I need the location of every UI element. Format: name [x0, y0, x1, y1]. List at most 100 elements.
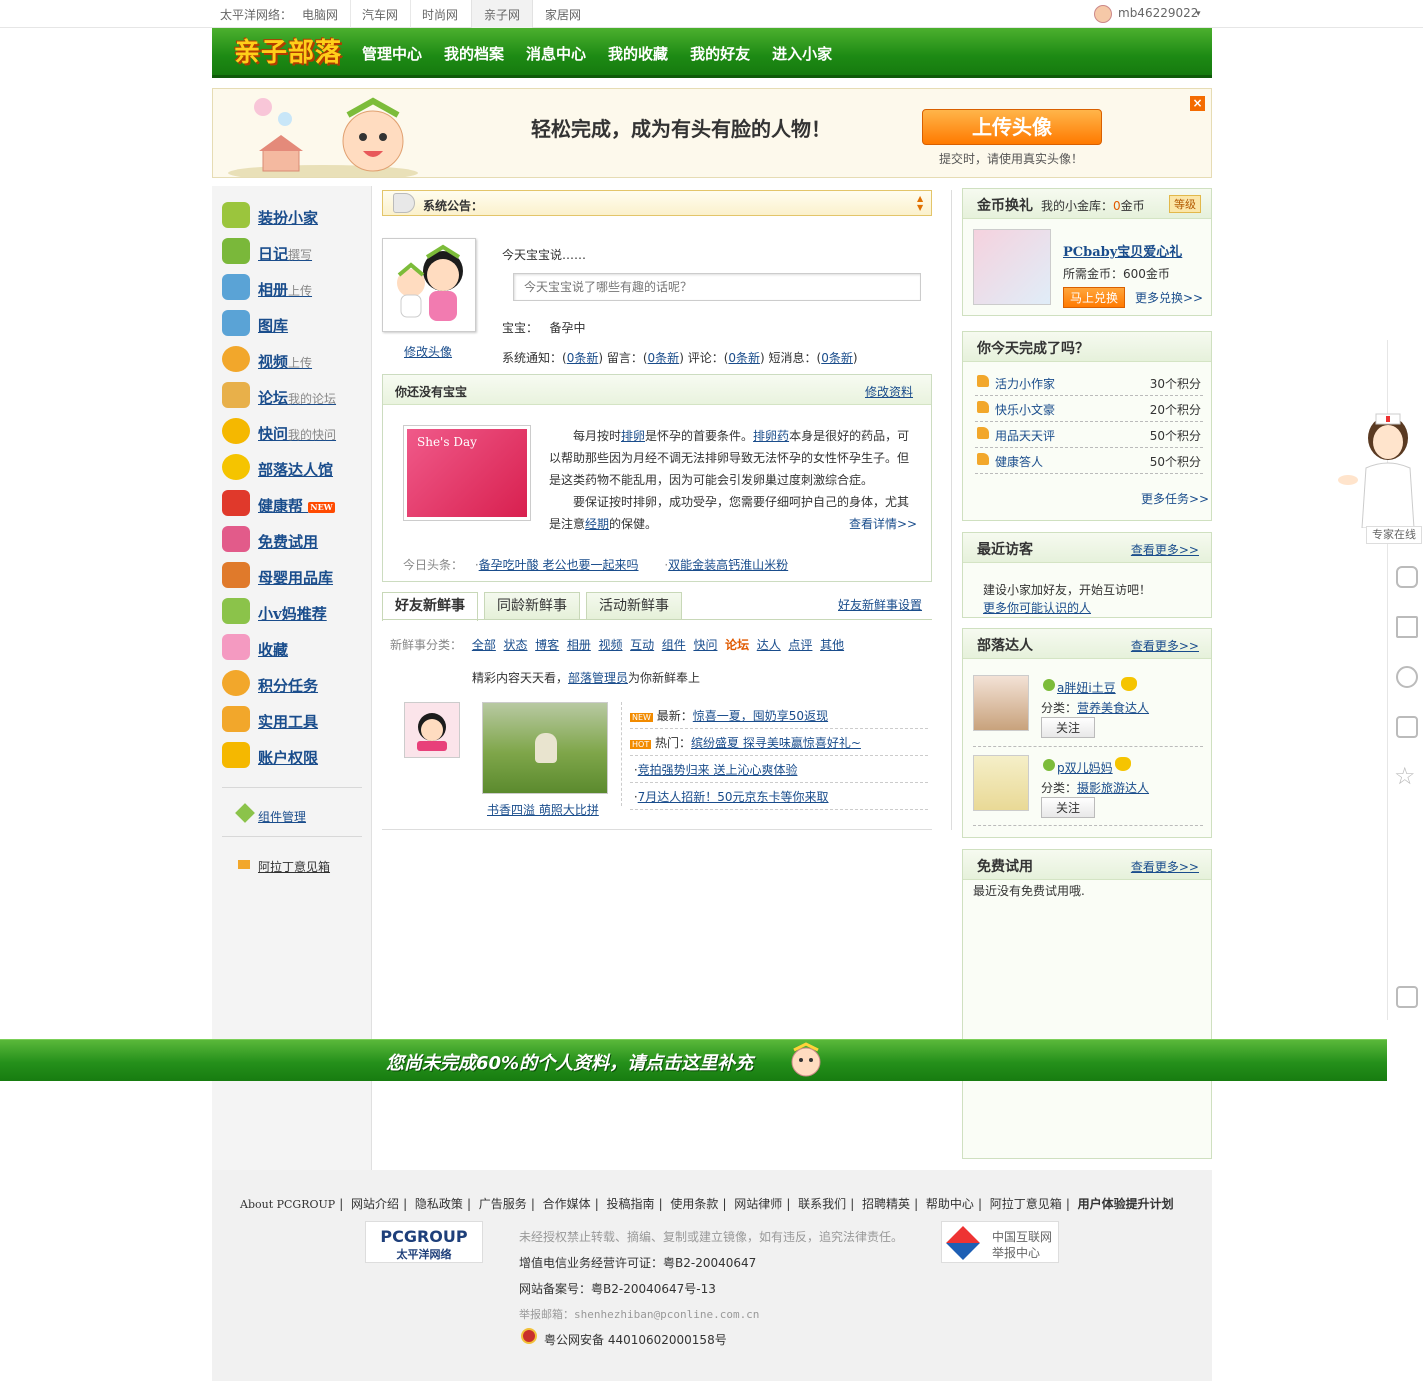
sidebar-item-forum[interactable]: 论坛我的论坛: [222, 382, 372, 410]
cat-all[interactable]: 全部: [472, 638, 496, 652]
expert-avatar[interactable]: [973, 755, 1029, 811]
close-icon[interactable]: ×: [1190, 96, 1205, 111]
more-exchange-link[interactable]: 更多兑换>>: [1135, 289, 1203, 306]
view-details-link[interactable]: 查看详情>>: [849, 515, 917, 532]
inbox-icon[interactable]: [1396, 566, 1418, 588]
footer-link[interactable]: 广告服务: [479, 1197, 527, 1211]
site-link-pc[interactable]: 电脑网: [302, 6, 338, 23]
sidebar-item-gallery[interactable]: 图库: [222, 310, 372, 338]
task-item[interactable]: 活力小作家 30个积分: [975, 370, 1203, 396]
follow-button[interactable]: 关注: [1041, 717, 1096, 738]
cat-forum-active[interactable]: 论坛: [725, 638, 749, 652]
task-item[interactable]: 健康答人 50个积分: [975, 448, 1203, 474]
nav-my-friends[interactable]: 我的好友: [690, 43, 750, 64]
short-message-link[interactable]: 0条新: [821, 351, 853, 365]
footer-link[interactable]: 招聘精英: [862, 1197, 910, 1211]
sidebar-item-free-trial[interactable]: 免费试用: [222, 526, 372, 554]
profile-completion-bar[interactable]: 您尚未完成60%的个人资料，请点击这里补充: [0, 1039, 1387, 1081]
sidebar-item-tools[interactable]: 实用工具: [222, 706, 372, 734]
exchange-button[interactable]: 马上兑换: [1063, 287, 1126, 308]
share-icon[interactable]: [1396, 716, 1418, 738]
more-visitors-link[interactable]: 查看更多>>: [1131, 541, 1199, 558]
more-trial-link[interactable]: 查看更多>>: [1131, 858, 1199, 875]
footer-link[interactable]: 网站介绍: [351, 1197, 399, 1211]
product-image[interactable]: She's Day: [403, 425, 531, 521]
follow-button[interactable]: 关注: [1041, 797, 1096, 818]
site-link-baby[interactable]: 亲子网: [484, 6, 520, 23]
people-you-may-know-link[interactable]: 更多你可能认识的人: [983, 599, 1091, 616]
sidebar-item-point-tasks[interactable]: 积分任务: [222, 670, 372, 698]
edit-avatar-link[interactable]: 修改头像: [404, 343, 452, 360]
chevron-down-icon[interactable]: ▾: [1196, 9, 1201, 19]
sidebar-item-decorate[interactable]: 装扮小家: [222, 202, 372, 230]
admin-avatar[interactable]: [404, 702, 460, 758]
completion-message[interactable]: 您尚未完成60%的个人资料，请点击这里补充: [386, 1049, 753, 1075]
footer-link[interactable]: 投稿指南: [607, 1197, 655, 1211]
bookmark-icon[interactable]: [1396, 616, 1418, 638]
nav-my-favorites[interactable]: 我的收藏: [608, 43, 668, 64]
pcgroup-logo[interactable]: PCGROUP 太平洋网络: [365, 1221, 483, 1263]
expert-name-link[interactable]: a胖妞i土豆: [1057, 679, 1116, 696]
contest-caption-link[interactable]: 书香四溢 萌照大比拼: [487, 801, 599, 818]
expert-name-link[interactable]: p双儿妈妈: [1057, 759, 1113, 776]
admin-link[interactable]: 部落管理员: [568, 671, 628, 685]
site-link-fashion[interactable]: 时尚网: [422, 6, 458, 23]
sidebar-item-diary[interactable]: 日记撰写: [222, 238, 372, 266]
sidebar-item-album[interactable]: 相册上传: [222, 274, 372, 302]
star-icon[interactable]: ☆: [1394, 762, 1416, 790]
cat-video[interactable]: 视频: [598, 638, 622, 652]
footer-link[interactable]: 阿拉丁意见箱: [990, 1197, 1062, 1211]
cat-review[interactable]: 点评: [788, 638, 812, 652]
nav-message-center[interactable]: 消息中心: [526, 43, 586, 64]
nurse-avatar-icon[interactable]: [1336, 408, 1422, 528]
task-item[interactable]: 用品天天评 50个积分: [975, 422, 1203, 448]
user-avatar[interactable]: [382, 238, 476, 332]
nav-enter-home[interactable]: 进入小家: [772, 43, 832, 64]
tab-peer-news[interactable]: 同龄新鲜事: [484, 592, 580, 620]
footer-link-about[interactable]: About PCGROUP: [240, 1198, 335, 1211]
user-avatar-icon[interactable]: [1094, 5, 1112, 23]
expert-online-label[interactable]: 专家在线: [1366, 526, 1422, 544]
sidebar-item-expert-hall[interactable]: 部落达人馆: [222, 454, 372, 482]
footer-link[interactable]: 合作媒体: [543, 1197, 591, 1211]
site-logo[interactable]: 亲子部落: [234, 32, 342, 72]
police-record[interactable]: 粤公网安备 44010602000158号: [544, 1331, 727, 1348]
sidebar-item-quick-ask[interactable]: 快问我的快问: [222, 418, 372, 446]
footer-link[interactable]: 帮助中心: [926, 1197, 974, 1211]
footer-link[interactable]: 联系我们: [798, 1197, 846, 1211]
sidebar-item-favorites[interactable]: 收藏: [222, 634, 372, 662]
username[interactable]: mb46229022: [1118, 6, 1198, 20]
headline-link[interactable]: 备孕吃叶酸 老公也要一起来吗: [479, 558, 639, 572]
gift-image[interactable]: [973, 229, 1051, 305]
report-center-logo[interactable]: 中国互联网 举报中心: [941, 1221, 1059, 1263]
search-icon[interactable]: [1396, 666, 1418, 688]
feed-settings-link[interactable]: 好友新鲜事设置: [838, 596, 922, 613]
tab-friend-news[interactable]: 好友新鲜事: [382, 592, 478, 621]
ovulation-link[interactable]: 排卵: [621, 429, 645, 443]
cat-status[interactable]: 状态: [504, 638, 528, 652]
task-item[interactable]: 快乐小文豪 20个积分: [975, 396, 1203, 422]
headline-link[interactable]: 双能金装高钙淮山米粉: [668, 558, 788, 572]
site-link-auto[interactable]: 汽车网: [362, 6, 398, 23]
footer-link[interactable]: 用户体验提升计划: [1078, 1197, 1174, 1211]
component-manage-link[interactable]: 组件管理: [258, 808, 306, 825]
contest-photo[interactable]: [482, 702, 608, 794]
message-link[interactable]: 0条新: [648, 351, 680, 365]
period-link[interactable]: 经期: [585, 517, 609, 531]
ovulation-drug-link[interactable]: 排卵药: [753, 429, 789, 443]
sidebar-item-recommend[interactable]: 小v妈推荐: [222, 598, 372, 626]
system-notify-link[interactable]: 0条新: [567, 351, 599, 365]
sidebar-item-health[interactable]: 健康帮 NEW: [222, 490, 372, 518]
upload-avatar-button[interactable]: 上传头像: [922, 109, 1102, 145]
footer-link[interactable]: 使用条款: [670, 1197, 718, 1211]
scroll-arrows-icon[interactable]: ▲ ▼: [917, 194, 923, 212]
comment-link[interactable]: 0条新: [728, 351, 760, 365]
edit-icon[interactable]: [1396, 986, 1418, 1008]
cat-interaction[interactable]: 互动: [630, 638, 654, 652]
footer-link[interactable]: 隐私政策: [415, 1197, 463, 1211]
sidebar-item-baby-products[interactable]: 母婴用品库: [222, 562, 372, 590]
cat-expert[interactable]: 达人: [757, 638, 781, 652]
cat-component[interactable]: 组件: [662, 638, 686, 652]
sidebar-item-video[interactable]: 视频上传: [222, 346, 372, 374]
say-input[interactable]: [513, 273, 921, 301]
